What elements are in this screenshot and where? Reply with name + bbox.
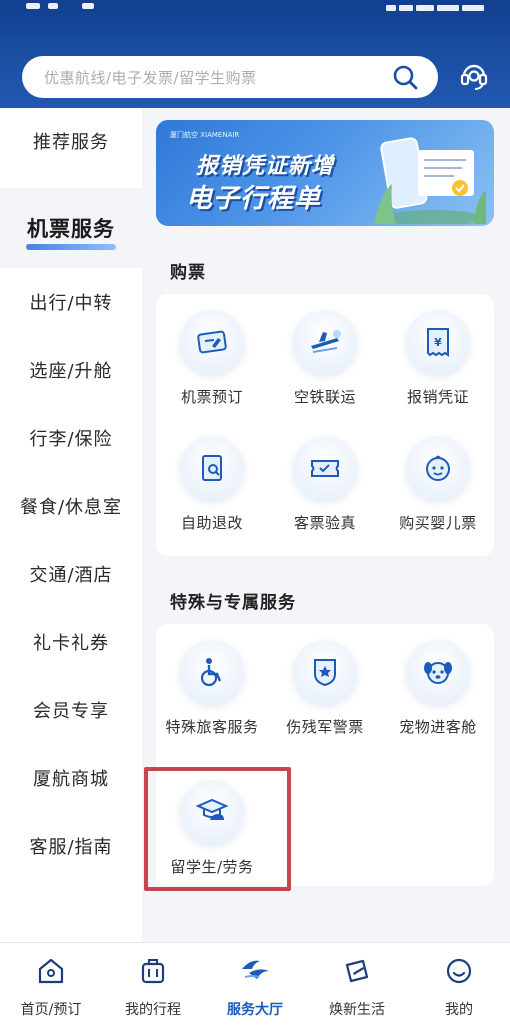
- air-rail-icon: [311, 330, 341, 353]
- category-sidebar: 推荐服务 机票服务 出行/中转 选座/升舱 行李/保险 餐食/休息室 交通/酒店…: [0, 108, 142, 942]
- sidebar-item-label: 客服/指南: [29, 837, 113, 858]
- svg-text:¥: ¥: [434, 336, 442, 349]
- service-label: 自助退改: [180, 514, 243, 532]
- phone-receipt-illustration: [374, 137, 486, 224]
- nav-label: 我的: [445, 1002, 473, 1018]
- ticketing-card: 机票预订 空铁联运 ¥ 报销凭证 自助退改 客票验真 购买婴儿票: [156, 294, 494, 556]
- service-pet-cabin[interactable]: 宠物进客舱: [382, 624, 494, 736]
- service-label: 报销凭证: [406, 388, 469, 406]
- bottom-nav: 首页/预订 我的行程 服务大厅 焕新生活 我的: [0, 942, 510, 1034]
- nav-label: 焕新生活: [329, 1002, 385, 1018]
- smile-face-icon: [446, 958, 472, 984]
- sidebar-item-meals-lounge[interactable]: 餐食/休息室: [0, 472, 142, 540]
- status-bar-time: [26, 0, 96, 9]
- airline-logo-icon: [242, 960, 269, 979]
- service-icon-bg: [406, 640, 470, 704]
- banner-headline: 报销凭证新增: [196, 154, 335, 179]
- service-icon-bg: [293, 436, 357, 500]
- home-icon: [38, 958, 64, 984]
- service-icon-bg: [180, 640, 244, 704]
- service-icon-bg: ¥: [406, 310, 470, 374]
- nav-label: 首页/预订: [20, 1002, 82, 1018]
- sidebar-item-transport-hotel[interactable]: 交通/酒店: [0, 540, 142, 608]
- banner-subheadline: 电子行程单: [186, 184, 322, 214]
- active-indicator: [26, 244, 116, 250]
- service-label: 特殊旅客服务: [165, 718, 259, 736]
- section-title-ticketing: 购票: [170, 263, 206, 283]
- ticket-verify-icon: [311, 460, 339, 477]
- nav-new-life[interactable]: 焕新生活: [306, 943, 408, 1034]
- service-military-disabled[interactable]: 伤残军警票: [269, 624, 381, 736]
- service-receipt[interactable]: ¥ 报销凭证: [382, 294, 494, 406]
- service-label: 宠物进客舱: [399, 718, 477, 736]
- service-baby-ticket[interactable]: 购买婴儿票: [382, 420, 494, 532]
- section-title-special-services: 特殊与专属服务: [170, 593, 296, 613]
- sidebar-item-travel-transfer[interactable]: 出行/中转: [0, 268, 142, 336]
- service-self-refund[interactable]: 自助退改: [156, 420, 268, 532]
- search-input[interactable]: 优惠航线/电子发票/留学生购票: [44, 67, 257, 88]
- service-icon-bg: [293, 640, 357, 704]
- sidebar-item-label: 会员专享: [33, 701, 109, 722]
- service-ticket-verify[interactable]: 客票验真: [269, 420, 381, 532]
- receipt-icon: ¥: [427, 328, 449, 357]
- sidebar-item-label: 礼卡礼券: [33, 633, 109, 654]
- sidebar-item-member-exclusive[interactable]: 会员专享: [0, 676, 142, 744]
- nav-me[interactable]: 我的: [408, 943, 510, 1034]
- service-special-passenger[interactable]: 特殊旅客服务: [156, 624, 268, 736]
- search-bar[interactable]: 优惠航线/电子发票/留学生购票: [22, 56, 438, 98]
- status-bar: [0, 0, 510, 14]
- highlight-box: [144, 767, 291, 891]
- search-icon[interactable]: [392, 64, 418, 90]
- pet-dog-icon: [424, 662, 452, 684]
- sidebar-item-label: 厦航商城: [33, 769, 109, 790]
- nav-label: 服务大厅: [227, 1002, 283, 1018]
- sidebar-item-service-guide[interactable]: 客服/指南: [0, 812, 142, 880]
- service-icon-bg: [293, 310, 357, 374]
- nav-my-trips[interactable]: 我的行程: [102, 943, 204, 1034]
- service-label: 客票验真: [293, 514, 356, 532]
- nav-home[interactable]: 首页/预订: [0, 943, 102, 1034]
- wheelchair-icon: [200, 658, 222, 687]
- service-icon-bg: [406, 436, 470, 500]
- luggage-icon: [141, 959, 165, 984]
- sidebar-item-label: 餐食/休息室: [19, 497, 123, 518]
- sidebar-item-baggage-insurance[interactable]: 行李/保险: [0, 404, 142, 472]
- sidebar-item-label: 机票服务: [27, 217, 115, 241]
- service-ticket-booking[interactable]: 机票预订: [156, 294, 268, 406]
- service-label: 机票预订: [180, 388, 243, 406]
- sidebar-item-recommended[interactable]: 推荐服务: [0, 108, 142, 174]
- sidebar-item-label: 推荐服务: [33, 132, 109, 153]
- service-label: 伤残军警票: [286, 718, 364, 736]
- sidebar-item-label: 出行/中转: [29, 293, 113, 314]
- sidebar-item-label: 行李/保险: [29, 429, 113, 450]
- plane-ticket-icon: [345, 959, 369, 983]
- sidebar-item-label: 交通/酒店: [29, 565, 113, 586]
- banner-brand: 厦门航空 XIAMENAIR: [170, 131, 240, 139]
- customer-service-headset-icon[interactable]: [458, 60, 490, 92]
- service-label: 购买婴儿票: [399, 514, 477, 532]
- promo-banner[interactable]: 厦门航空 XIAMENAIR 报销凭证新增 电子行程单: [156, 120, 494, 226]
- sidebar-item-gift-cards[interactable]: 礼卡礼券: [0, 608, 142, 676]
- service-air-rail[interactable]: 空铁联运: [269, 294, 381, 406]
- sidebar-item-mall[interactable]: 厦航商城: [0, 744, 142, 812]
- service-label: 空铁联运: [293, 388, 356, 406]
- sidebar-item-seat-upgrade[interactable]: 选座/升舱: [0, 336, 142, 404]
- top-header: 优惠航线/电子发票/留学生购票: [0, 0, 510, 108]
- status-bar-indicators: [383, 0, 484, 11]
- nav-label: 我的行程: [125, 1002, 181, 1018]
- service-icon-bg: [180, 436, 244, 500]
- baby-face-icon: [426, 455, 450, 481]
- military-badge-icon: [314, 659, 336, 687]
- service-icon-bg: [180, 310, 244, 374]
- nav-service-hall[interactable]: 服务大厅: [204, 943, 306, 1034]
- sidebar-item-label: 选座/升舱: [29, 361, 113, 382]
- sidebar-item-flight-services[interactable]: 机票服务: [0, 188, 142, 268]
- ticket-booking-icon: [197, 330, 227, 354]
- self-refund-icon: [202, 455, 222, 481]
